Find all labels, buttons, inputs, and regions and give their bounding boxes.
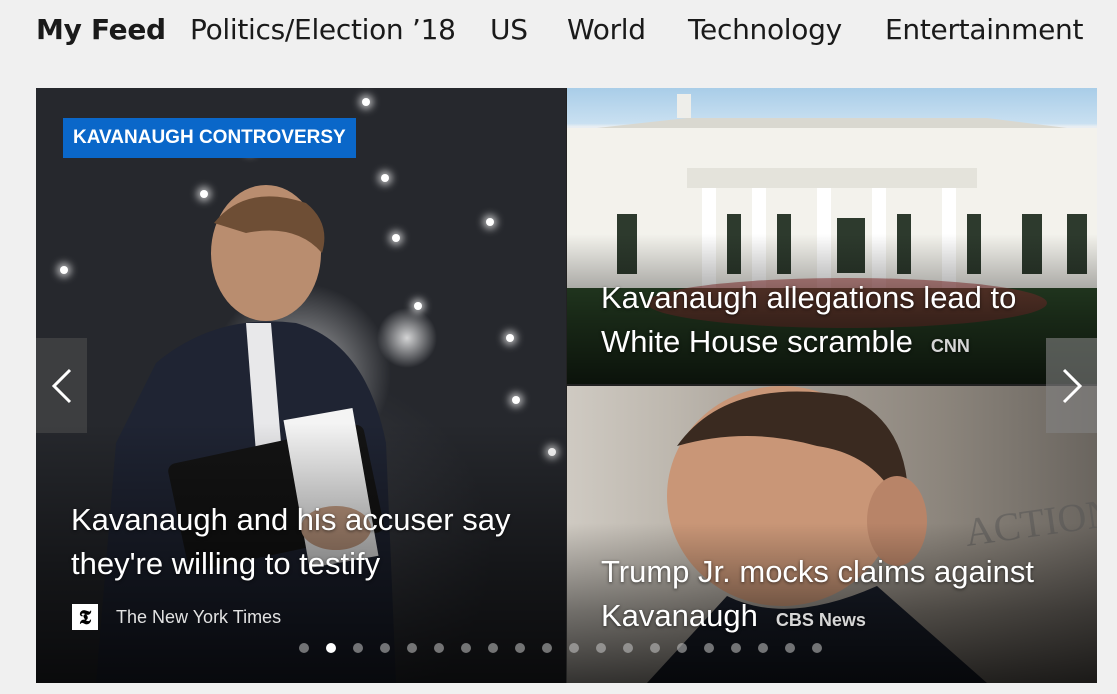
headline-line: they're willing to testify	[71, 546, 381, 581]
decor-light	[512, 396, 520, 404]
carousel-dot[interactable]	[758, 643, 768, 653]
headline-line: Kavanaugh	[601, 598, 758, 633]
headline-line-with-source: White House scramble CNN	[601, 320, 1081, 368]
carousel-pagination	[299, 643, 839, 653]
decor-light	[381, 174, 389, 182]
source-name[interactable]: CBS News	[776, 610, 866, 630]
decor-light	[414, 302, 422, 310]
carousel-dot[interactable]	[785, 643, 795, 653]
topic-badge[interactable]: KAVANAUGH CONTROVERSY	[63, 118, 356, 158]
top-nav: My Feed Politics/Election ’18 US World T…	[0, 0, 1117, 64]
carousel-dot[interactable]	[704, 643, 714, 653]
carousel-dot[interactable]	[812, 643, 822, 653]
carousel-dot[interactable]	[488, 643, 498, 653]
headline-line-with-source: Kavanaugh CBS News	[601, 594, 1091, 642]
story-tile-trump-jr[interactable]: ACTION Trump Jr. mocks claims against Ka…	[567, 386, 1097, 683]
nav-tab-politics-election[interactable]: Politics/Election ’18	[190, 10, 456, 50]
carousel-dot[interactable]	[596, 643, 606, 653]
carousel-dot[interactable]	[542, 643, 552, 653]
story-tile-main[interactable]: KAVANAUGH CONTROVERSY Kavanaugh and his …	[36, 88, 566, 683]
headline-line: Kavanaugh allegations lead to	[601, 280, 1017, 315]
nyt-logo-glyph: 𝕿	[78, 605, 92, 629]
carousel-dot[interactable]	[353, 643, 363, 653]
carousel-dot[interactable]	[461, 643, 471, 653]
carousel-dot[interactable]	[650, 643, 660, 653]
story-headline[interactable]: Kavanaugh and his accuser say they're wi…	[71, 498, 551, 586]
nav-tab-my-feed[interactable]: My Feed	[36, 10, 166, 50]
story-tile-white-house[interactable]: Kavanaugh allegations lead to White Hous…	[567, 88, 1097, 384]
story-headline[interactable]: Trump Jr. mocks claims against Kavanaugh…	[601, 550, 1091, 642]
decor-light	[60, 266, 68, 274]
carousel-dot[interactable]	[677, 643, 687, 653]
chevron-left-icon[interactable]	[36, 338, 87, 433]
carousel-dot[interactable]	[326, 643, 336, 653]
source-name[interactable]: CNN	[931, 336, 970, 356]
carousel-dot[interactable]	[515, 643, 525, 653]
carousel-dot[interactable]	[380, 643, 390, 653]
nav-tab-us[interactable]: US	[490, 10, 528, 50]
carousel-dot[interactable]	[731, 643, 741, 653]
carousel-dot[interactable]	[569, 643, 579, 653]
nav-tab-technology[interactable]: Technology	[688, 10, 842, 50]
nav-tab-world[interactable]: World	[567, 10, 646, 50]
decor-light	[486, 218, 494, 226]
source-name: The New York Times	[116, 606, 282, 627]
headline-line: Kavanaugh and his accuser say	[71, 502, 511, 537]
carousel-dot[interactable]	[434, 643, 444, 653]
story-source[interactable]: 𝕿 The New York Times	[72, 602, 281, 632]
carousel-dot[interactable]	[407, 643, 417, 653]
nyt-logo-icon: 𝕿	[72, 604, 98, 630]
headline-line: White House scramble	[601, 324, 913, 359]
carousel-dot[interactable]	[623, 643, 633, 653]
decor-light	[506, 334, 514, 342]
headline-line: Trump Jr. mocks claims against	[601, 554, 1034, 589]
chevron-right-icon[interactable]	[1046, 338, 1097, 433]
news-carousel: KAVANAUGH CONTROVERSY Kavanaugh and his …	[36, 88, 1097, 683]
decor-light	[362, 98, 370, 106]
story-headline[interactable]: Kavanaugh allegations lead to White Hous…	[601, 276, 1081, 368]
carousel-dot[interactable]	[299, 643, 309, 653]
nav-tab-entertainment[interactable]: Entertainment	[885, 10, 1083, 50]
